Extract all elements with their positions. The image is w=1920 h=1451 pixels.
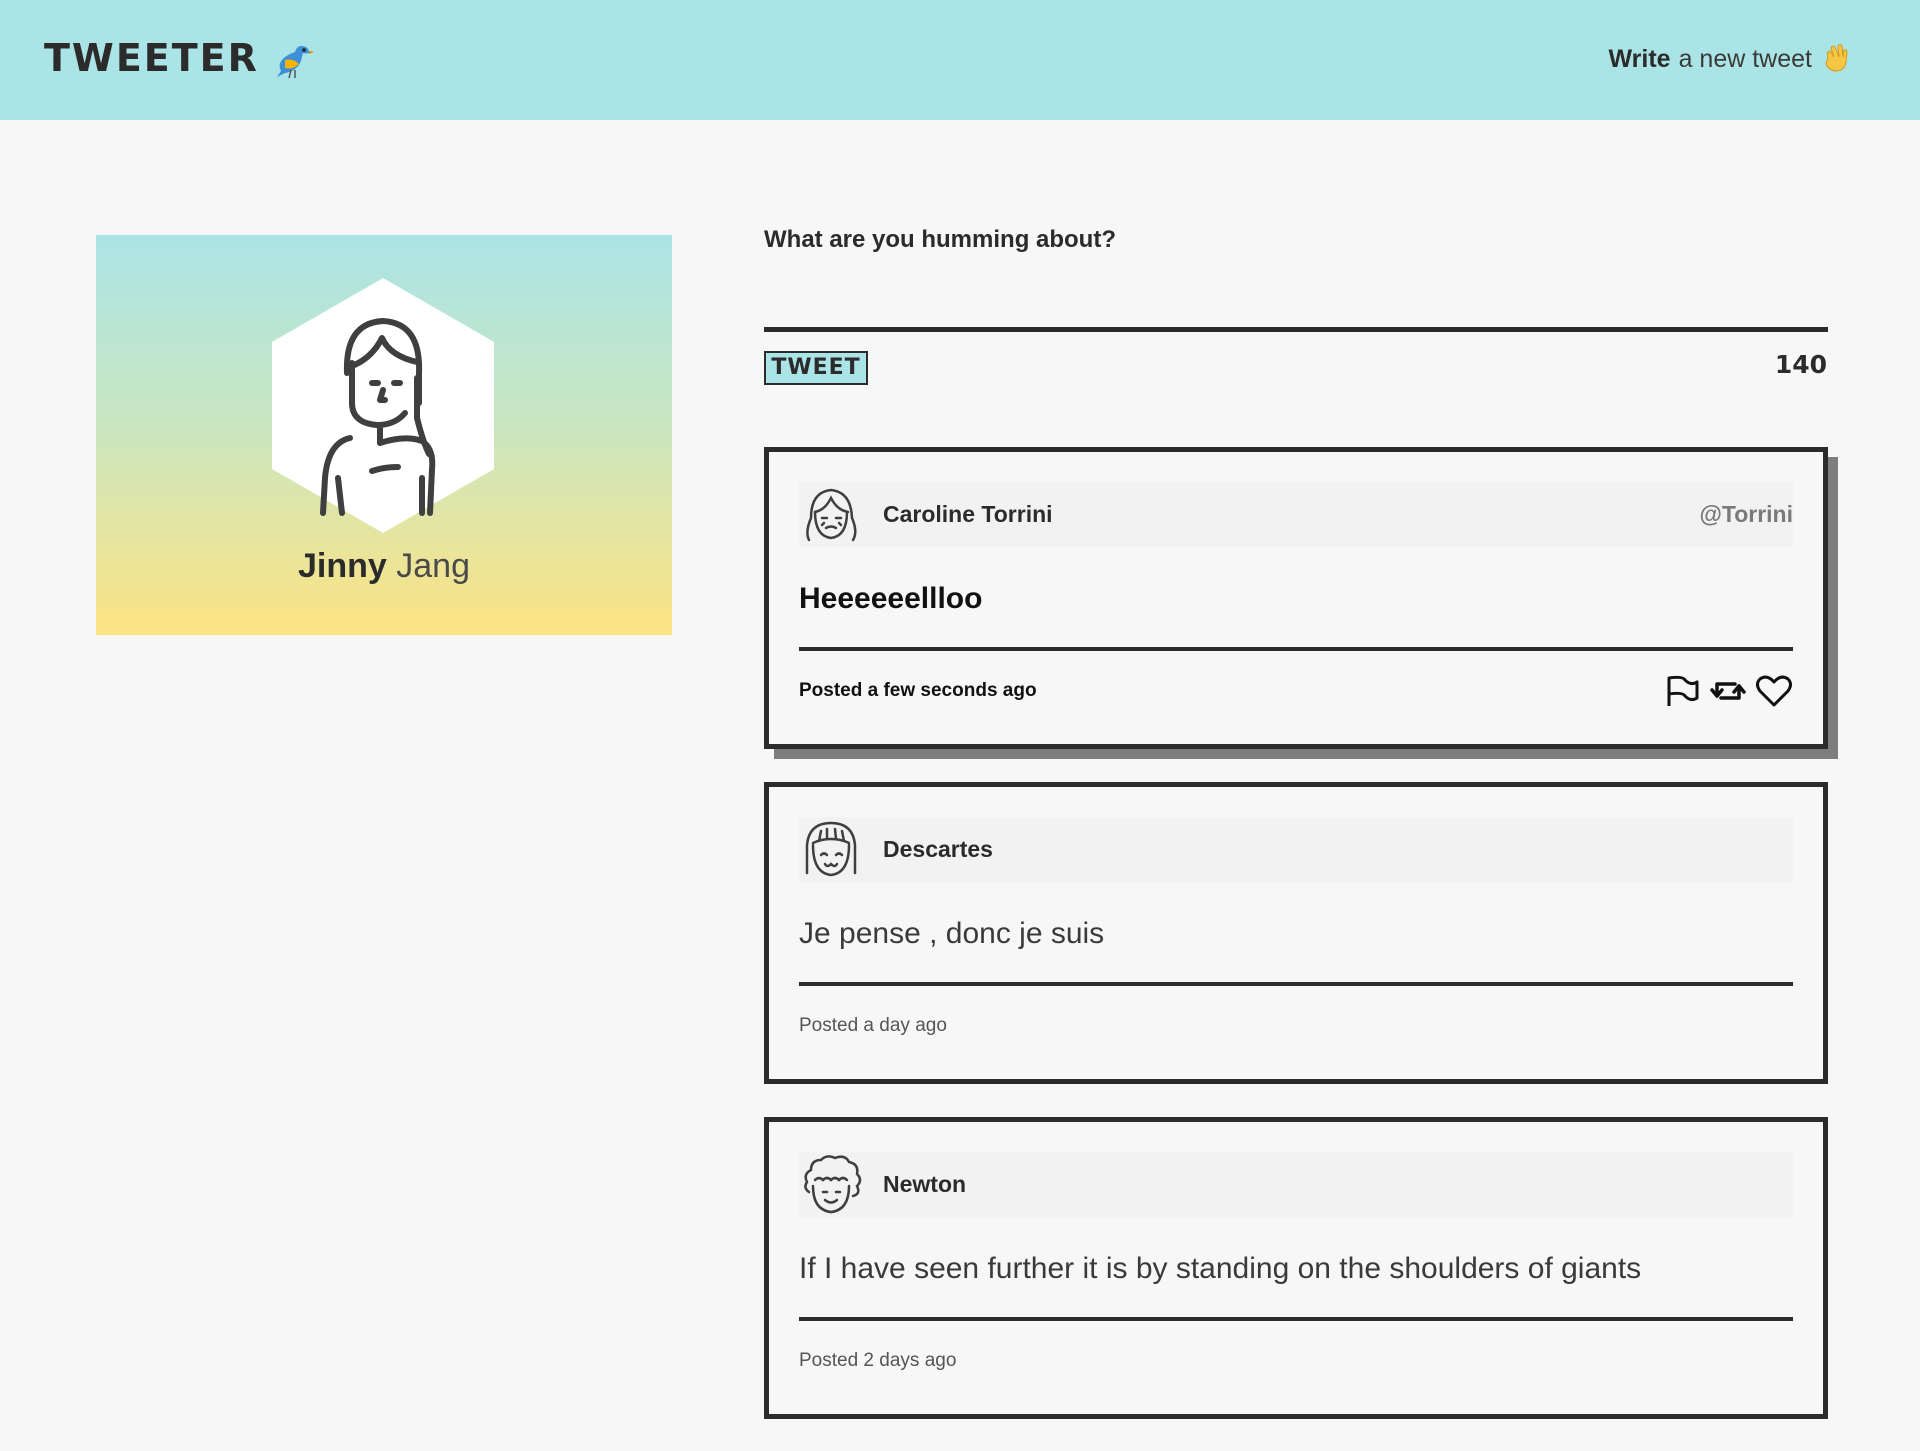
- top-nav: TWEETER Write a new tweet: [0, 0, 1920, 120]
- tweet-header: Descartes: [799, 817, 1793, 882]
- write-sub-label: a new tweet: [1678, 44, 1812, 73]
- bird-icon: [276, 46, 314, 79]
- tweet-timestamp: Posted 2 days ago: [799, 1350, 957, 1371]
- heart-icon[interactable]: [1755, 672, 1793, 710]
- write-tweet-link[interactable]: Write a new tweet: [1609, 44, 1850, 74]
- tweet-text: Je pense , donc je suis: [799, 917, 1105, 950]
- profile-first-name: Jinny: [298, 547, 387, 585]
- write-label: Write: [1608, 44, 1671, 73]
- retweet-icon[interactable]: [1709, 672, 1747, 710]
- tweet-card: Descartes Je pense , donc je suis Posted…: [764, 782, 1828, 1084]
- flag-icon[interactable]: [1663, 672, 1701, 710]
- app-logo[interactable]: TWEETER: [44, 36, 315, 80]
- tweet-button[interactable]: TWEET: [764, 351, 868, 385]
- logo-text: TWEETER: [44, 36, 259, 80]
- tweet-card: Newton If I have seen further it is by s…: [764, 1117, 1828, 1419]
- tweet-timestamp: Posted a day ago: [799, 1015, 947, 1036]
- composer-label: What are you humming about?: [764, 226, 1116, 253]
- tweet-author-name: Caroline Torrini: [883, 501, 1053, 527]
- profile-name: Jinny Jang: [96, 547, 672, 586]
- tweet-divider: [799, 647, 1793, 651]
- tweet-actions: [1663, 672, 1793, 710]
- profile-last-name: Jang: [396, 547, 470, 585]
- tweet-author-name: Newton: [883, 1171, 967, 1197]
- profile-card: Jinny Jang: [96, 235, 672, 635]
- character-counter: 140: [1774, 350, 1827, 379]
- tweet-text: If I have seen further it is by standing…: [799, 1252, 1642, 1285]
- tweet-text: Heeeeeellloo: [799, 582, 983, 615]
- tweet-card: Caroline Torrini @Torrini Heeeeeellloo P…: [764, 447, 1828, 749]
- waving-hand-icon: [1825, 44, 1848, 72]
- tweet-timestamp: Posted a few seconds ago: [799, 680, 1037, 701]
- tweet-header: Caroline Torrini @Torrini: [799, 482, 1793, 547]
- tweet-input[interactable]: [764, 262, 1828, 332]
- girl-avatar-icon: [806, 488, 857, 542]
- tweet-header: Newton: [799, 1152, 1793, 1217]
- curly-hair-avatar-icon: [804, 1155, 862, 1214]
- bob-hair-avatar-icon: [805, 821, 857, 877]
- tweet-divider: [799, 1317, 1793, 1321]
- tweet-author-name: Descartes: [883, 836, 993, 862]
- tweet-author-handle: @Torrini: [1699, 501, 1793, 527]
- woman-avatar-icon: [272, 278, 494, 533]
- tweet-divider: [799, 982, 1793, 986]
